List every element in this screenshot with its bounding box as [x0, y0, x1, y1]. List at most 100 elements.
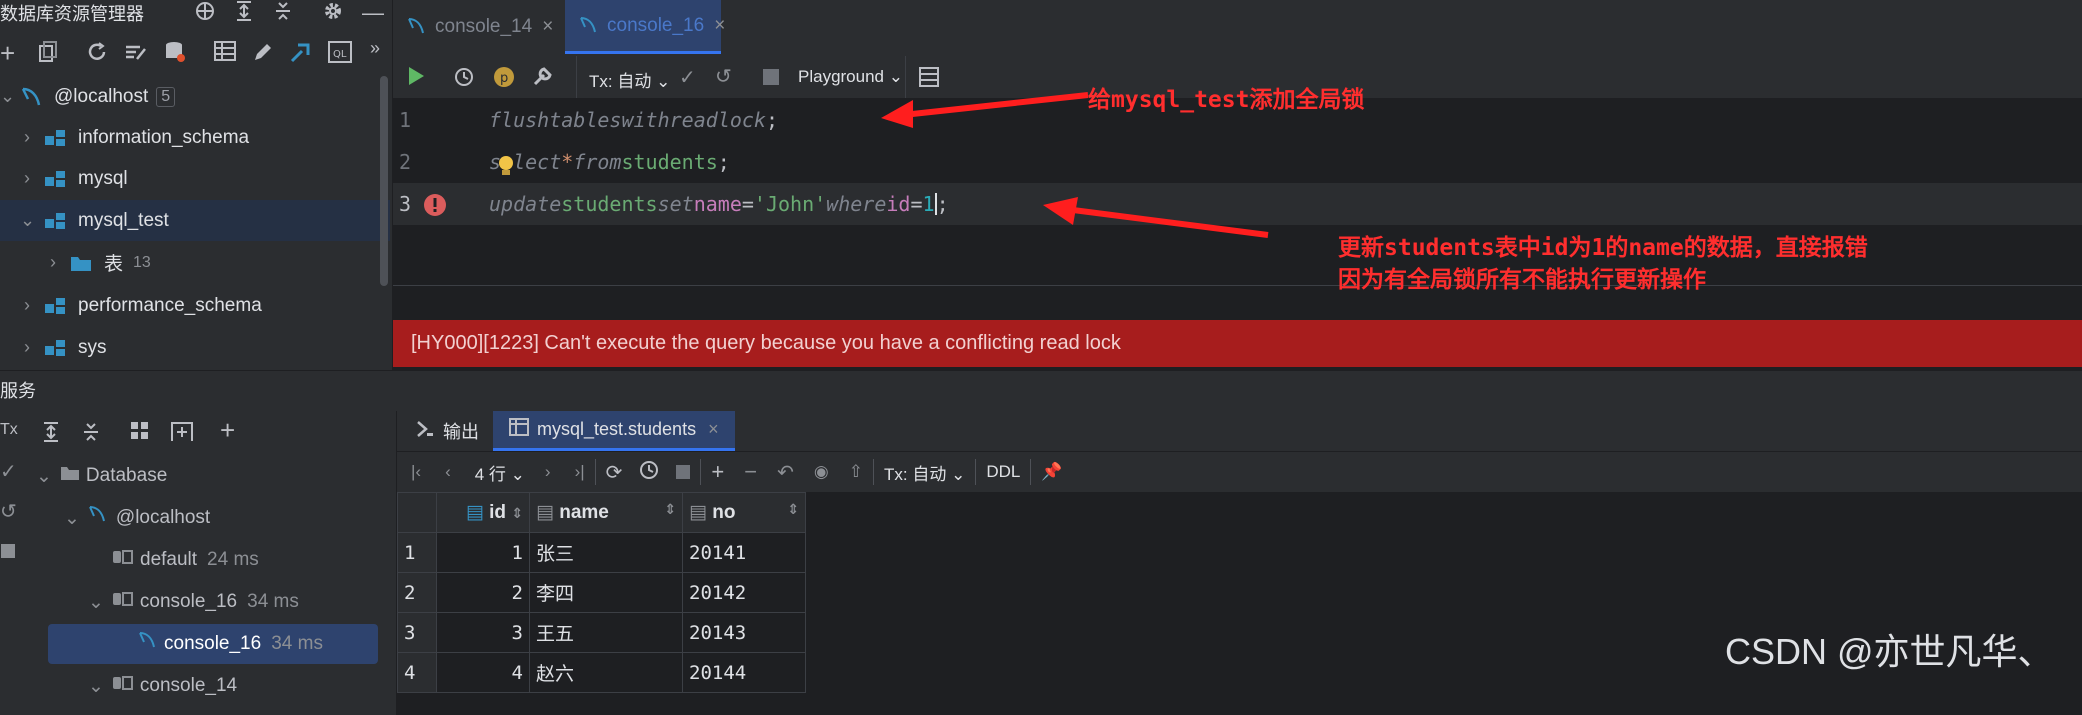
column-header-id[interactable]: ▤ id ⇕ [436, 492, 530, 533]
cell-id[interactable]: 2 [436, 572, 530, 613]
chevron-right-icon[interactable]: › [46, 252, 60, 273]
jump-to-icon[interactable] [290, 41, 314, 63]
prev-page-icon[interactable]: ‹ [445, 462, 451, 482]
first-page-icon[interactable]: |‹ [411, 462, 421, 482]
sort-icon[interactable]: ⇕ [664, 501, 676, 518]
chevron-right-icon[interactable]: › [20, 295, 34, 316]
stop-icon[interactable] [763, 69, 779, 85]
cell-no[interactable]: 20144 [682, 652, 806, 693]
table-view-icon[interactable] [214, 41, 236, 61]
copy-icon[interactable] [38, 41, 58, 63]
tree-item-performance-schema[interactable]: › performance_schema [0, 285, 390, 326]
refresh-icon[interactable]: ⟳ [606, 460, 623, 485]
chevron-right-icon[interactable]: › [20, 337, 34, 358]
chevron-down-icon[interactable]: ⌄ [0, 86, 15, 107]
tree-item-tables-folder[interactable]: › 表 13 [0, 242, 390, 283]
table-row[interactable]: 4 4 赵六 20144 [397, 652, 806, 693]
refresh-icon[interactable] [86, 41, 108, 63]
settings-gear-icon[interactable] [322, 0, 344, 22]
close-icon[interactable]: × [714, 15, 725, 37]
cell-id[interactable]: 1 [436, 532, 530, 573]
column-header-no[interactable]: ▤ no ⇕ [682, 492, 806, 533]
tab-output[interactable]: 输出 [415, 411, 479, 451]
tab-mysql-test-students[interactable]: mysql_test.students × [493, 411, 735, 451]
pin-icon[interactable]: 📌 [1041, 462, 1062, 482]
tree-item-localhost[interactable]: ⌄ @localhost 5 [0, 76, 390, 117]
svc-item-console-16[interactable]: ⌄ console_16 34 ms [88, 582, 299, 622]
svc-item-console-14[interactable]: ⌄ console_14 [88, 666, 237, 706]
cell-name[interactable]: 李四 [529, 572, 683, 613]
add-icon[interactable]: + [220, 415, 235, 446]
intention-bulb-icon[interactable] [497, 154, 515, 183]
cell-id[interactable]: 3 [436, 612, 530, 653]
preview-icon[interactable]: ◉ [814, 462, 829, 482]
next-page-icon[interactable]: › [545, 462, 551, 482]
error-marker-icon[interactable] [423, 193, 447, 222]
expand-all-icon[interactable] [233, 0, 255, 22]
svc-item-database[interactable]: ⌄ Database [36, 456, 167, 496]
tab-console-14[interactable]: console_14 × [393, 0, 553, 54]
commit-check-icon[interactable]: ✓ [0, 459, 17, 484]
more-chevron-icon[interactable]: » [370, 38, 380, 59]
rows-dropdown[interactable]: 4 行 ⌄ [475, 460, 525, 485]
cell-name[interactable]: 赵六 [529, 652, 683, 693]
sort-icon[interactable]: ⇕ [787, 501, 799, 518]
last-page-icon[interactable]: ›| [575, 462, 585, 482]
add-row-icon[interactable]: + [711, 459, 724, 485]
delete-row-icon[interactable]: − [744, 459, 757, 485]
history-clock-icon[interactable] [453, 66, 475, 93]
svc-item-console-16-child[interactable]: console_16 34 ms [48, 624, 378, 664]
chevron-down-icon[interactable]: ⌄ [64, 507, 80, 530]
schema-sync-icon[interactable] [124, 41, 148, 63]
rollback-icon[interactable]: ↺ [0, 499, 17, 524]
table-row[interactable]: 2 2 李四 20142 [397, 572, 806, 613]
tab-console-16[interactable]: console_16 × [565, 0, 725, 54]
chevron-down-icon[interactable]: ⌄ [88, 591, 104, 614]
table-row[interactable]: 1 1 张三 20141 [397, 532, 806, 573]
run-icon[interactable] [407, 66, 425, 91]
close-icon[interactable]: × [542, 16, 553, 38]
tx-icon[interactable]: Tx [0, 421, 18, 439]
chevron-down-icon[interactable]: ⌄ [36, 465, 52, 488]
tree-item-mysql-test[interactable]: ⌄ mysql_test [0, 200, 390, 241]
minimize-icon[interactable]: — [362, 0, 384, 26]
collapse-all-icon[interactable] [272, 0, 294, 22]
history-clock-icon[interactable] [638, 459, 660, 486]
tree-item-information-schema[interactable]: › information_schema [0, 117, 390, 158]
cell-no[interactable]: 20142 [682, 572, 806, 613]
edit-pencil-icon[interactable] [252, 41, 274, 63]
group-by-icon[interactable] [130, 421, 154, 448]
cell-name[interactable]: 张三 [529, 532, 683, 573]
revert-icon[interactable]: ↶ [777, 460, 794, 485]
close-icon[interactable]: × [708, 419, 719, 440]
sort-icon[interactable]: ⇕ [511, 505, 523, 521]
tree-item-sys[interactable]: › sys [0, 327, 390, 368]
code-line-2[interactable]: 2 select * from students; [393, 141, 2082, 183]
commit-check-icon[interactable]: ✓ [679, 65, 696, 90]
cell-id[interactable]: 4 [436, 652, 530, 693]
tx-mode-dropdown[interactable]: Tx: 自动 ⌄ [589, 67, 670, 92]
profile-p-icon[interactable]: p [493, 66, 515, 93]
chevron-down-icon[interactable]: ⌄ [20, 210, 35, 231]
chevron-down-icon[interactable]: ⌄ [88, 675, 104, 698]
tx-mode-dropdown[interactable]: Tx: 自动 ⌄ [884, 460, 965, 485]
datasource-icon[interactable] [164, 40, 186, 64]
collapse-all-icon[interactable] [80, 421, 102, 448]
explorer-scrollbar[interactable] [380, 76, 388, 286]
expand-all-icon[interactable] [40, 421, 62, 448]
table-row[interactable]: 3 3 王五 20143 [397, 612, 806, 653]
add-icon[interactable]: + [0, 38, 15, 69]
chevron-right-icon[interactable]: › [20, 127, 34, 148]
layout-icon[interactable] [0, 543, 16, 564]
tree-item-mysql[interactable]: › mysql [0, 158, 390, 199]
wrench-icon[interactable] [531, 66, 553, 93]
chevron-right-icon[interactable]: › [20, 168, 34, 189]
svc-item-default[interactable]: default 24 ms [112, 540, 259, 580]
new-tab-icon[interactable] [170, 421, 194, 448]
cell-no[interactable]: 20143 [682, 612, 806, 653]
cell-no[interactable]: 20141 [682, 532, 806, 573]
cell-name[interactable]: 王五 [529, 612, 683, 653]
submit-up-icon[interactable]: ⇧ [849, 462, 863, 482]
stop-icon[interactable] [676, 465, 691, 479]
rollback-icon[interactable]: ↺ [715, 64, 732, 89]
